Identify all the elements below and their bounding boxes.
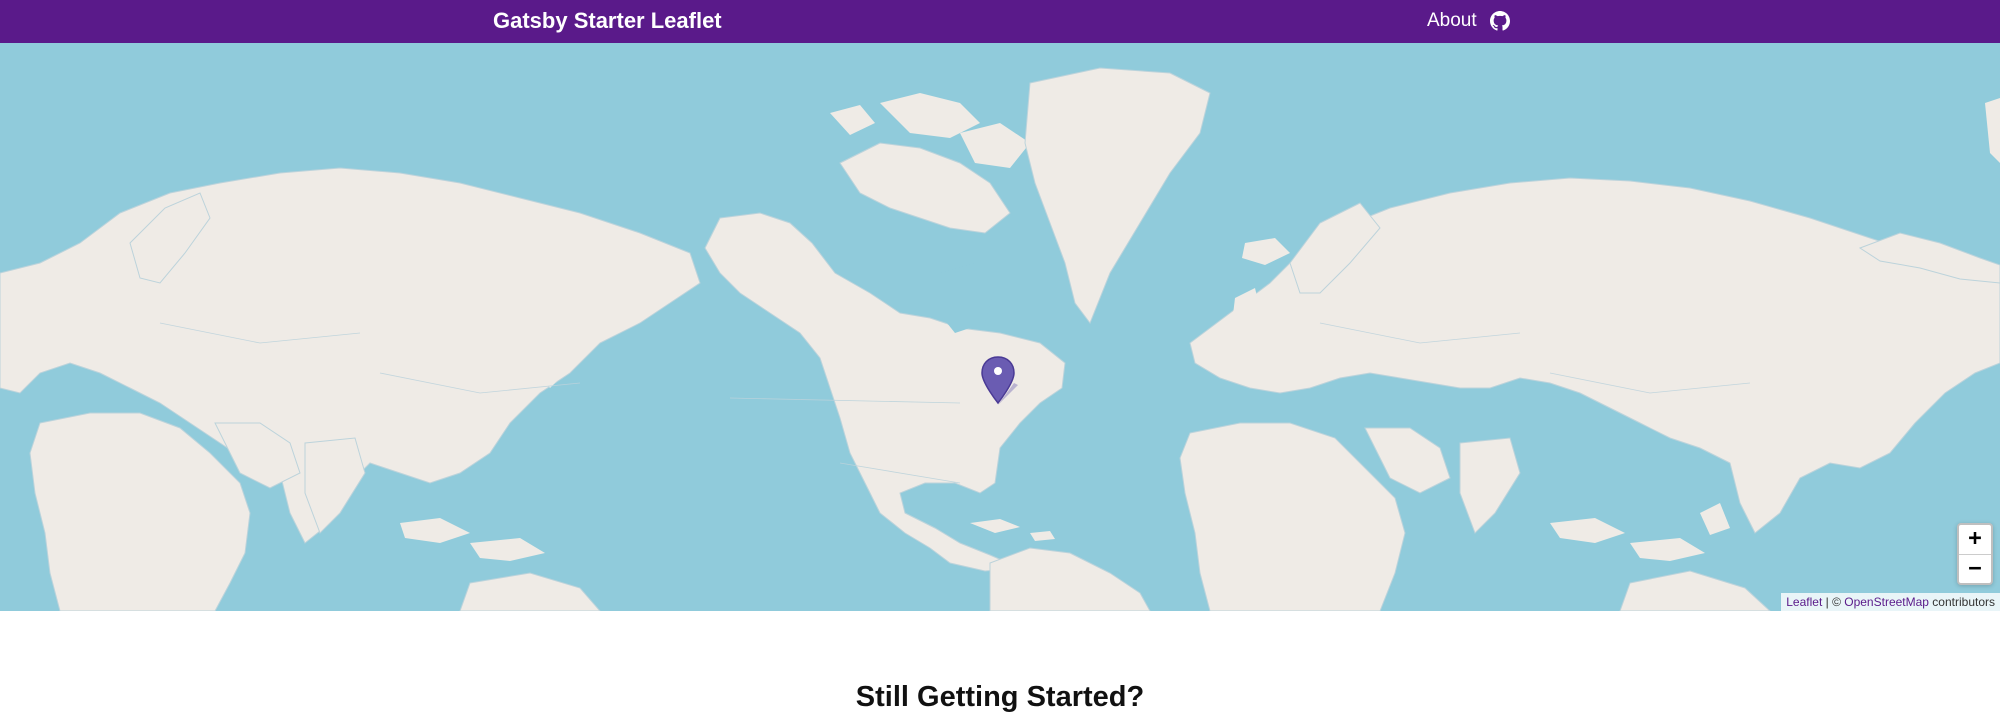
openstreetmap-link[interactable]: OpenStreetMap (1844, 595, 1929, 609)
map[interactable]: + − Leaflet | © OpenStreetMap contributo… (0, 43, 2000, 611)
map-attribution: Leaflet | © OpenStreetMap contributors (1781, 593, 2000, 611)
section-heading: Still Getting Started? (855, 681, 1145, 713)
github-icon[interactable] (1490, 11, 1510, 31)
site-title[interactable]: Gatsby Starter Leaflet (493, 8, 722, 34)
leaflet-link[interactable]: Leaflet (1786, 595, 1822, 609)
nav-about-link[interactable]: About (1427, 10, 1477, 32)
attribution-suffix: contributors (1928, 595, 1995, 609)
location-marker[interactable] (980, 355, 1020, 411)
map-tiles[interactable] (0, 43, 2000, 611)
site-header: Gatsby Starter Leaflet About (0, 0, 2000, 43)
attribution-separator: | © (1822, 595, 1845, 609)
zoom-in-button[interactable]: + (1959, 525, 1991, 555)
zoom-out-button[interactable]: − (1959, 555, 1991, 583)
zoom-control: + − (1957, 523, 1993, 585)
